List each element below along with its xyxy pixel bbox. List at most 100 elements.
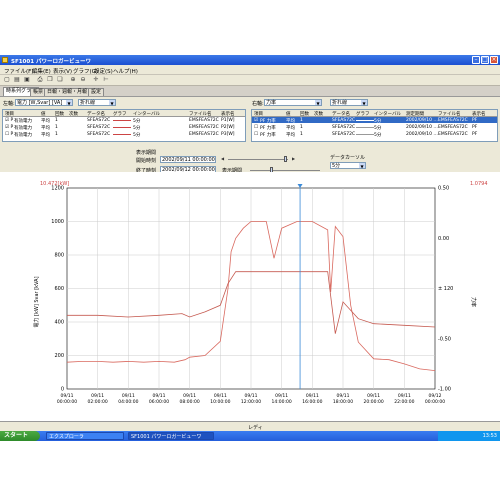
- time-series-chart[interactable]: 10.472[kW] 1.0794 電力 [kW] Svar [kVA] 力率 …: [0, 172, 500, 421]
- maximize-button[interactable]: □: [481, 56, 489, 64]
- row-display-name: PF: [472, 117, 478, 123]
- save-icon[interactable]: ▣: [23, 76, 31, 84]
- row-data-name: SFEAS72C: [332, 131, 356, 137]
- table-row[interactable]: ☐ PF 力率 平均 1 SFEAS72C 5分 2002/09/10 … EMS…: [252, 124, 497, 131]
- row-item: 有効電力: [14, 125, 32, 131]
- toolbar: ▢ ▤ ▣ ⎙ ❐ ❏ ⊕ ⊖ ✛ ⊢: [0, 75, 500, 86]
- right-tick-label: -0.50: [438, 336, 451, 342]
- table-row[interactable]: ☐ PF 力率 平均 1 SFEAS72C 5分 2002/09/10 … EMS…: [252, 131, 497, 138]
- span-slider[interactable]: [250, 170, 320, 171]
- cursor-icon[interactable]: ✛: [92, 76, 100, 84]
- chevron-right-icon[interactable]: ▶: [291, 156, 296, 162]
- paste-icon[interactable]: ❏: [56, 76, 64, 84]
- chevron-left-icon[interactable]: ◀: [220, 156, 225, 162]
- close-button[interactable]: ×: [490, 56, 498, 64]
- row-interval: 5分: [374, 118, 382, 124]
- graph-line-swatch: [113, 120, 131, 121]
- row-data-name: SFEAS72C: [87, 117, 111, 123]
- table-row[interactable]: ☐ P 有効電力 平均 1 SFEAS72C 5分 EMSFEAS72C P3[W…: [3, 131, 245, 138]
- zoom-in-icon[interactable]: ⊕: [69, 76, 77, 84]
- column-header: 回数: [300, 111, 309, 117]
- row-value: 平均: [41, 118, 50, 124]
- x-tick-date: 09/11: [61, 393, 74, 399]
- x-tick-date: 09/11: [183, 393, 196, 399]
- row-file: EMSFEAS72C: [438, 131, 468, 137]
- x-tick-time: 10:00:00: [210, 399, 230, 405]
- status-text: レディ: [248, 425, 263, 431]
- column-header: ファイル名: [438, 111, 461, 117]
- x-tick-time: 22:00:00: [394, 399, 414, 405]
- right-axis-title: 力率: [470, 297, 477, 307]
- right-axis-element-value: 力率: [266, 100, 277, 106]
- menu-file[interactable]: ファイル(F): [4, 67, 33, 75]
- print-icon[interactable]: ⎙: [36, 76, 44, 84]
- x-tick-date: 09/11: [398, 393, 411, 399]
- row-period: 2002/09/10 …: [406, 124, 438, 130]
- menu-settings[interactable]: 設定(S): [94, 67, 113, 75]
- measure-icon[interactable]: ⊢: [102, 76, 110, 84]
- x-tick-date: 09/11: [367, 393, 380, 399]
- taskbar-item-explorer[interactable]: エクスプローラ: [46, 432, 124, 440]
- right-tick-label: 0.00: [438, 236, 449, 242]
- right-axis-element-select[interactable]: 力率 ▼: [264, 99, 322, 106]
- row-value: 平均: [41, 125, 50, 131]
- table-row[interactable]: ☑ P 有効電力 平均 1 SFEAS72C 5分 EMSFEAS72C P1[W…: [3, 117, 245, 124]
- row-item: PF 力率: [260, 132, 276, 138]
- menu-help[interactable]: ヘルプ(H): [113, 67, 138, 75]
- start-button[interactable]: スタート: [0, 431, 40, 441]
- column-header: 回数: [55, 111, 64, 117]
- row-count: 1: [300, 117, 303, 123]
- graph-line-swatch: [356, 127, 374, 128]
- column-header: 表示名: [472, 111, 486, 117]
- data-cursor-select[interactable]: 5分 ▼: [330, 162, 366, 169]
- left-axis-mode-select[interactable]: 折れ線 ▼: [78, 99, 116, 106]
- table-header: 項目 値 回数 次数 データ名 グラフ インターバル ファイル名 表示名: [3, 110, 245, 117]
- data-cursor-label: データカーソル: [330, 155, 366, 161]
- new-icon[interactable]: ▢: [3, 76, 11, 84]
- table-row[interactable]: ☑ PF 力率 平均 1 SFEAS72C 5分 2002/09/10 … EMS…: [252, 117, 497, 124]
- start-time-label: 開始時刻: [136, 158, 157, 164]
- y-tick-label: 600: [54, 286, 64, 292]
- minimize-button[interactable]: –: [472, 56, 480, 64]
- row-display-name: P1[W]: [221, 117, 235, 123]
- x-tick-date: 09/11: [337, 393, 350, 399]
- x-tick-time: 08:00:00: [180, 399, 200, 405]
- time-slider-thumb[interactable]: [284, 156, 287, 162]
- y-tick-label: 400: [54, 320, 64, 326]
- row-value: 平均: [286, 125, 295, 131]
- left-axis-element-select[interactable]: 電力 [W,Svar] [VA] ▼: [15, 99, 73, 106]
- row-period: 2002/09/10 …: [406, 131, 438, 137]
- cursor-marker-icon[interactable]: [297, 184, 303, 188]
- graph-line-swatch: [356, 120, 374, 121]
- menu-edit[interactable]: 編集(E): [32, 67, 51, 75]
- right-tick-labels: 0.50 0.00 ± 120 -0.50 -1.00: [438, 186, 453, 393]
- x-tick-date: 09/11: [122, 393, 135, 399]
- y-tick-label: 0: [61, 387, 64, 393]
- x-tick-date: 09/11: [245, 393, 258, 399]
- chart-area[interactable]: 10.472[kW] 1.0794 電力 [kW] Svar [kVA] 力率 …: [0, 172, 500, 421]
- right-tick-label: ± 120: [438, 286, 453, 292]
- graph-line-swatch: [356, 134, 374, 135]
- time-slider[interactable]: [228, 159, 288, 160]
- start-time-input[interactable]: 2002/09/11 00:00:00: [160, 156, 216, 163]
- table-row[interactable]: ☑ P 有効電力 平均 1 SFEAS72C 5分 EMSFEAS72C P2[W…: [3, 124, 245, 131]
- x-tick-time: 04:00:00: [118, 399, 138, 405]
- open-icon[interactable]: ▤: [13, 76, 21, 84]
- right-axis-mode-select[interactable]: 折れ線 ▼: [330, 99, 368, 106]
- tab-settings[interactable]: 設定: [88, 88, 105, 96]
- menu-view[interactable]: 表示(V): [53, 67, 72, 75]
- tab-periodic-report[interactable]: 日報・週報・月報: [44, 88, 91, 96]
- x-tick-time: 00:00:00: [425, 399, 445, 405]
- copy-icon[interactable]: ❐: [46, 76, 54, 84]
- row-item: 有効電力: [14, 118, 32, 124]
- x-tick-date: 09/11: [275, 393, 288, 399]
- y-tick-labels: 1200 1000 800 600 400 200 0: [51, 186, 64, 393]
- x-tick-time: 00:00:00: [57, 399, 77, 405]
- app-icon: [2, 57, 8, 63]
- table-header: 項目 値 回数 次数 データ名 グラフ インターバル 測定期間 ファイル名 表示…: [252, 110, 497, 117]
- row-display-name: PF: [472, 131, 478, 137]
- column-header: グラフ: [356, 111, 370, 117]
- taskbar-item-viewer[interactable]: SF1001 パワーロガービューワ: [128, 432, 214, 440]
- row-count: 1: [55, 131, 58, 137]
- zoom-out-icon[interactable]: ⊖: [79, 76, 87, 84]
